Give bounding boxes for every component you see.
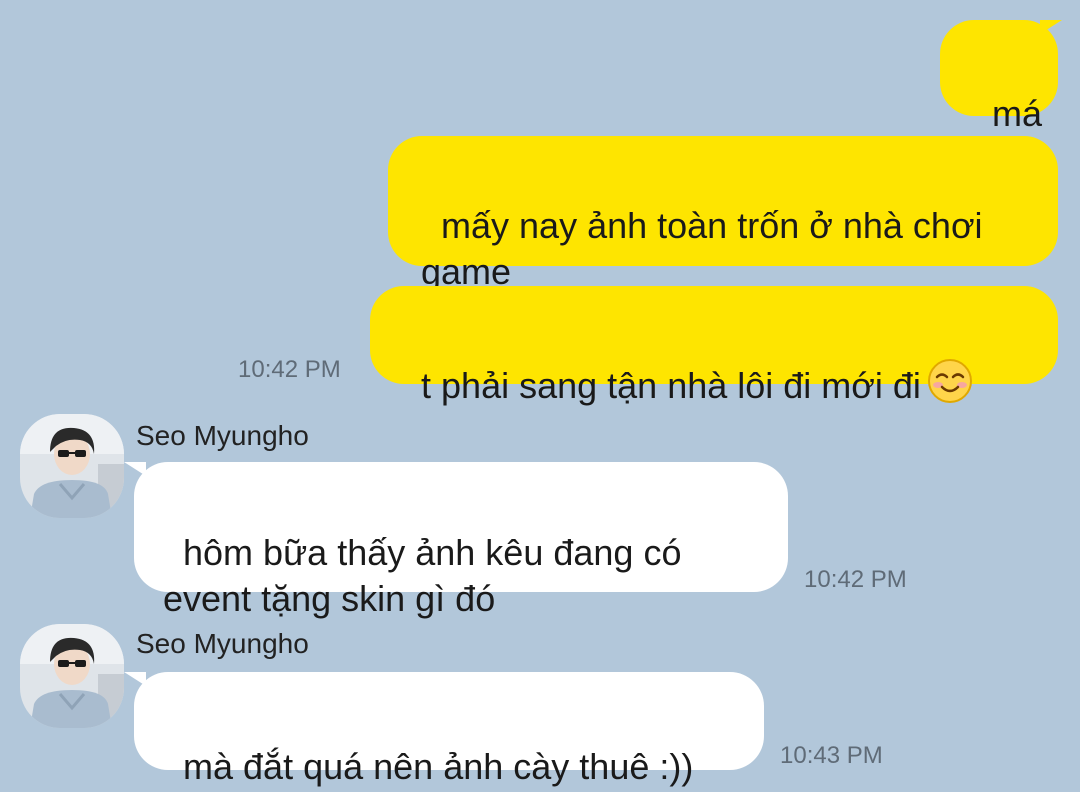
avatar[interactable]: [20, 414, 124, 518]
message-timestamp: 10:42 PM: [238, 356, 341, 383]
incoming-message-bubble[interactable]: mà đắt quá nên ảnh cày thuê :)): [134, 672, 764, 787]
outgoing-message-bubble[interactable]: mấy nay ảnh toàn trốn ở nhà chơi game: [388, 136, 1058, 292]
message-text: mấy nay ảnh toàn trốn ở nhà chơi game: [421, 205, 983, 292]
message-timestamp: 10:43 PM: [780, 742, 883, 769]
sender-name: Seo Myungho: [136, 628, 309, 659]
incoming-message-bubble[interactable]: hôm bữa thấy ảnh kêu đang có event tặng …: [134, 462, 788, 619]
sender-name: Seo Myungho: [136, 420, 309, 451]
message-timestamp: 10:42 PM: [804, 566, 907, 593]
outgoing-message-bubble[interactable]: t phải sang tận nhà lôi đi mới đi: [370, 286, 1058, 406]
message-text: má: [992, 93, 1043, 134]
message-text: hôm bữa thấy ảnh kêu đang có event tặng …: [163, 532, 682, 619]
smiling-face-icon: [927, 358, 973, 415]
message-text: t phải sang tận nhà lôi đi mới đi: [421, 365, 921, 406]
message-text: mà đắt quá nên ảnh cày thuê :)): [183, 746, 694, 787]
outgoing-message-bubble[interactable]: má: [940, 20, 1058, 134]
avatar[interactable]: [20, 624, 124, 728]
